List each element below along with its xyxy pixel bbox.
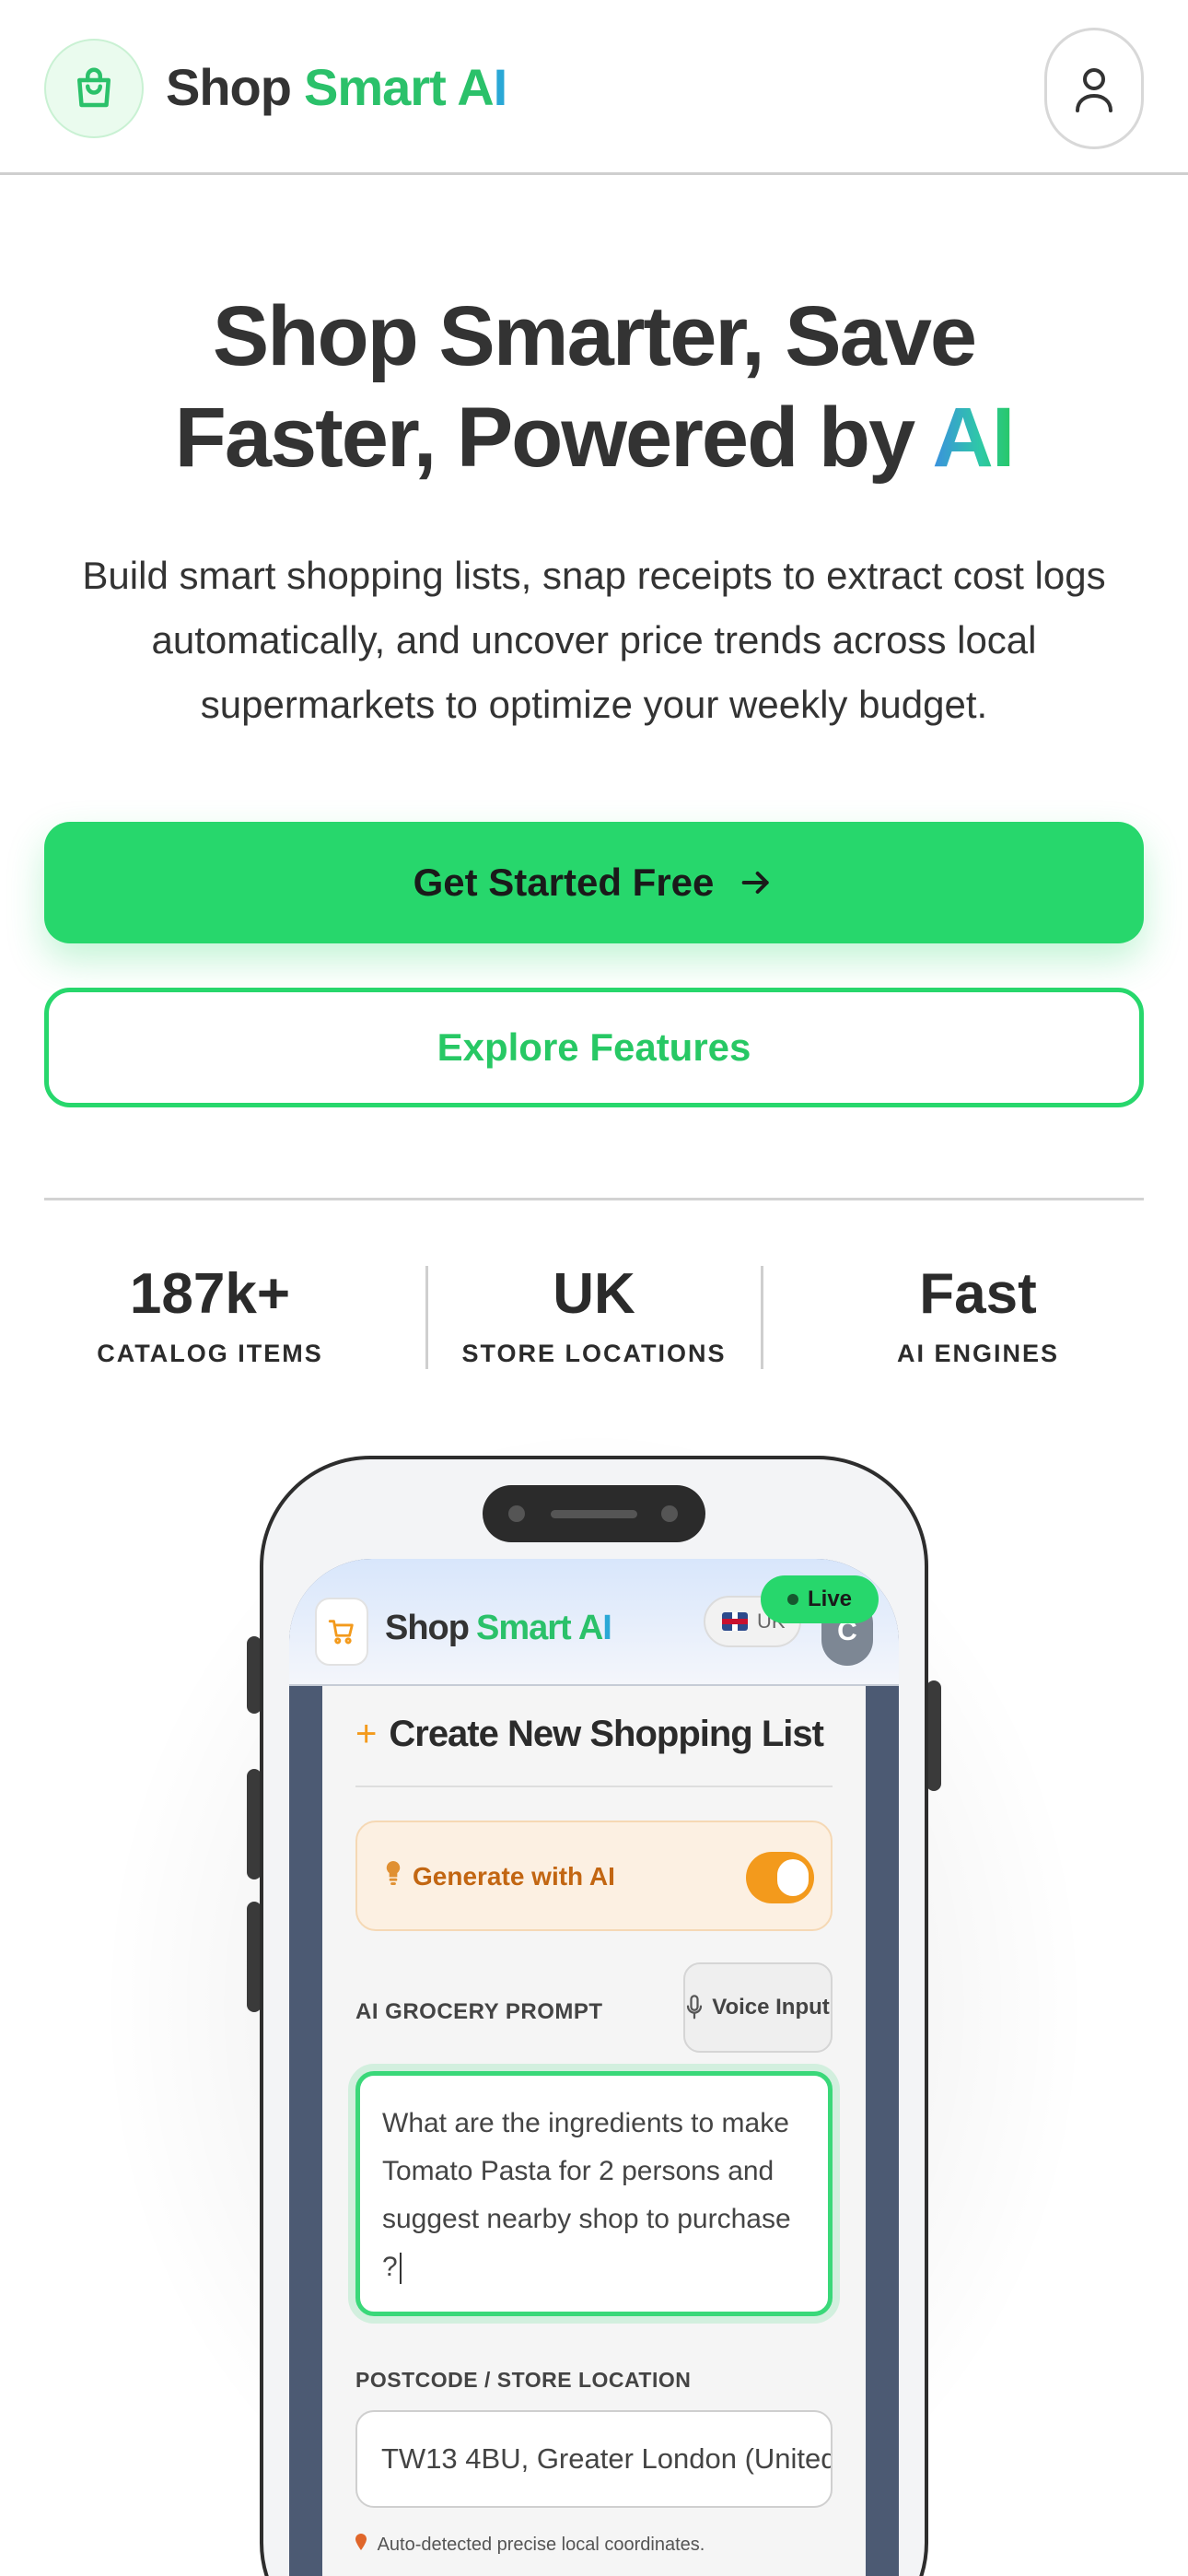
stat-label: STORE LOCATIONS (461, 1340, 727, 1367)
postcode-hint: Auto-detected precise local coordinates. (355, 2534, 705, 2556)
stat-value: 187k+ (129, 1262, 291, 1326)
postcode-value: TW13 4BU, Greater London (United K (381, 2442, 833, 2475)
phone-power-button (926, 1680, 941, 1791)
stats-row: 187k+ CATALOG ITEMS UK STORE LOCATIONS F… (44, 1262, 1144, 1373)
stat-store-locations: UK STORE LOCATIONS (428, 1262, 760, 1368)
app-header: Shop Smart AI UK C Live (289, 1559, 899, 1686)
stat-ai-engines: Fast AI ENGINES (812, 1262, 1144, 1368)
postcode-hint-text: Auto-detected precise local coordinates. (377, 2535, 705, 2555)
stat-value: Fast (919, 1262, 1037, 1326)
shopping-bag-icon[interactable] (44, 39, 144, 138)
postcode-label: POSTCODE / STORE LOCATION (355, 2368, 692, 2392)
create-list-panel: + Create New Shopping List Generate with … (322, 1686, 866, 2576)
panel-title: + Create New Shopping List (355, 1714, 824, 1755)
panel-divider (355, 1786, 833, 1787)
postcode-input[interactable]: TW13 4BU, Greater London (United K (355, 2410, 833, 2508)
top-navbar: Shop Smart AI (0, 0, 1188, 175)
brand-i: I (493, 58, 508, 116)
hero-title-line2: Faster, Powered by (174, 391, 933, 485)
hero-title-ai: AI (932, 391, 1015, 485)
panel-title-text: Create New Shopping List (389, 1714, 824, 1754)
shopping-cart-icon[interactable] (315, 1598, 368, 1666)
dynamic-island (483, 1485, 705, 1542)
app-brand-i: I (602, 1609, 612, 1647)
section-divider (44, 1198, 1144, 1200)
hero-title: Shop Smarter, Save Faster, Powered by AI (92, 286, 1096, 488)
get-started-button[interactable]: Get Started Free (44, 822, 1144, 943)
generate-with-ai-toggle[interactable] (746, 1852, 814, 1903)
plus-icon: + (355, 1714, 377, 1754)
explore-features-button[interactable]: Explore Features (44, 988, 1144, 1107)
lightbulb-icon (385, 1861, 402, 1891)
toggle-knob (777, 1859, 809, 1896)
generate-with-ai-row: Generate with AI (355, 1821, 833, 1931)
voice-input-button[interactable]: Voice Input (683, 1962, 833, 2053)
profile-button[interactable] (1044, 28, 1144, 149)
hero-subtitle: Build smart shopping lists, snap receipt… (82, 554, 1106, 726)
brand-smart: Smart A (303, 58, 495, 116)
arrow-right-icon (742, 872, 770, 894)
generate-with-ai-label: Generate with AI (413, 1862, 615, 1891)
uk-flag-icon (722, 1612, 748, 1631)
stat-separator (761, 1266, 763, 1369)
phone-screen: Shop Smart AI UK C Live + Create New Shopp… (289, 1559, 899, 2576)
app-brand-shop: Shop (385, 1609, 470, 1647)
stat-label: CATALOG ITEMS (97, 1340, 323, 1367)
get-started-label: Get Started Free (413, 861, 715, 904)
text-cursor (399, 2253, 402, 2285)
app-brand: Shop Smart AI (385, 1609, 612, 1648)
live-label: Live (807, 1587, 853, 1611)
brand-shop: Shop (166, 58, 292, 116)
microphone-icon (687, 1995, 703, 2020)
location-pin-icon (355, 2534, 372, 2555)
prompt-label: AI GROCERY PROMPT (355, 1999, 603, 2024)
explore-features-label: Explore Features (437, 1025, 751, 1069)
brand-logo-text[interactable]: Shop Smart AI (166, 57, 507, 117)
prompt-text: What are the ingredients to make Tomato … (382, 2108, 791, 2282)
stat-label: AI ENGINES (896, 1340, 1060, 1367)
user-icon (1076, 68, 1112, 112)
app-brand-smart: Smart A (475, 1609, 603, 1647)
live-dot-icon (786, 1594, 798, 1605)
voice-input-label: Voice Input (712, 1995, 830, 2020)
ai-prompt-textarea[interactable]: What are the ingredients to make Tomato … (355, 2071, 833, 2316)
hero-title-line1: Shop Smarter, Save (212, 289, 977, 383)
live-badge: Live (761, 1575, 879, 1623)
stat-value: UK (553, 1262, 635, 1326)
stat-catalog-items: 187k+ CATALOG ITEMS (44, 1262, 376, 1368)
